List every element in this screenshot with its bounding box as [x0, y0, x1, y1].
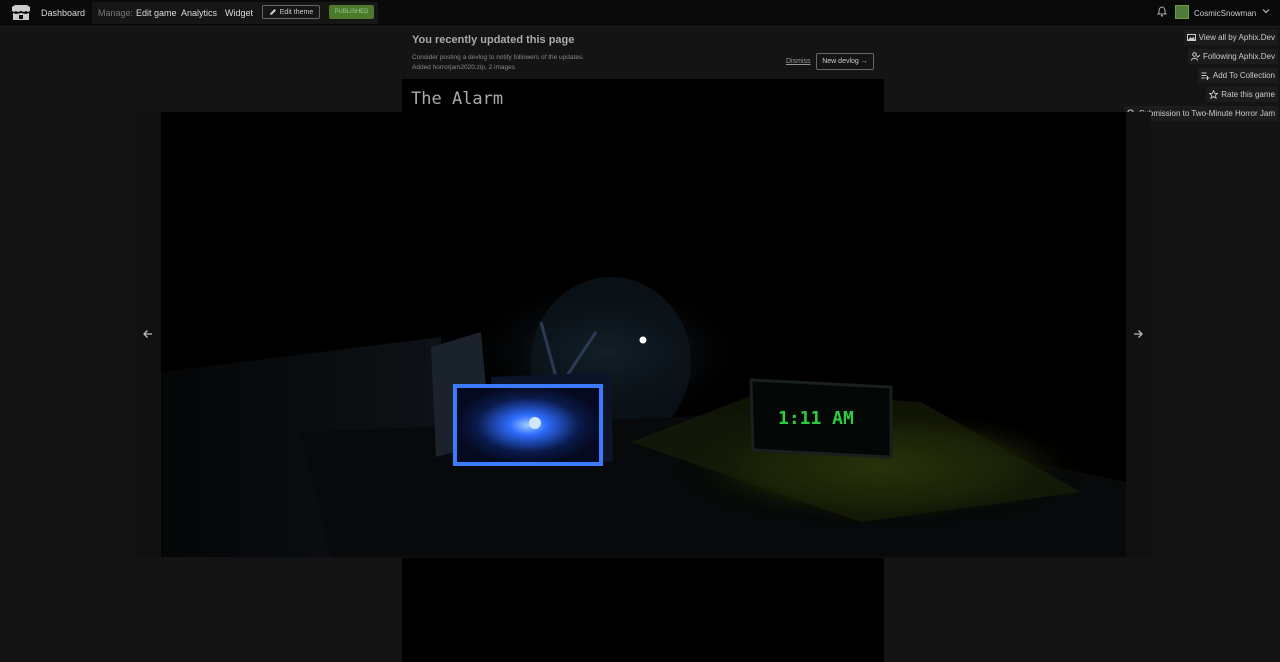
arrow-left-icon[interactable] — [139, 325, 157, 343]
gallery-icon — [1186, 34, 1196, 41]
arrow-right-icon[interactable] — [1129, 325, 1147, 343]
rate-game-label: Rate this game — [1221, 90, 1275, 99]
itchio-logo-icon[interactable] — [10, 4, 32, 22]
jam-submission-label: Submission to Two-Minute Horror Jam — [1139, 109, 1275, 118]
chevron-down-icon[interactable] — [1262, 7, 1270, 15]
rate-game-button[interactable]: Rate this game — [1206, 87, 1278, 102]
game-title: The Alarm — [411, 89, 504, 109]
view-all-label: View all by Aphix.Dev — [1198, 33, 1275, 42]
bell-icon[interactable] — [1157, 6, 1167, 17]
following-button[interactable]: Following Aphix.Dev — [1187, 49, 1278, 64]
nav-edit-game[interactable]: Edit game — [136, 8, 177, 18]
user-check-icon — [1190, 52, 1200, 61]
game-scene: 1:11 AM — [161, 277, 1126, 557]
nav-dashboard[interactable]: Dashboard — [41, 8, 85, 18]
add-collection-button[interactable]: Add To Collection — [1197, 68, 1278, 83]
new-devlog-label: New devlog → — [822, 58, 868, 65]
edit-theme-button[interactable]: Edit theme — [262, 5, 320, 19]
following-label: Following Aphix.Dev — [1202, 52, 1275, 61]
add-collection-label: Add To Collection — [1212, 71, 1275, 80]
devlog-notice-title: You recently updated this page — [412, 34, 575, 46]
nav-widget[interactable]: Widget — [225, 8, 253, 18]
clock-display: 1:11 AM — [778, 408, 854, 429]
edit-theme-label: Edit theme — [279, 8, 314, 16]
game-screenshot: 1:11 AM — [161, 112, 1126, 557]
avatar[interactable] — [1175, 5, 1189, 19]
devlog-notice-line1: Consider posting a devlog to notify foll… — [412, 54, 584, 61]
nav-analytics[interactable]: Analytics — [181, 8, 217, 18]
star-icon — [1209, 90, 1219, 99]
published-label: PUBLISHED — [334, 9, 369, 15]
devlog-notice-line2: Added horrorjam2020.zip, 2 images — [412, 64, 515, 71]
devlog-notice-body: Consider posting a devlog to notify foll… — [412, 53, 584, 73]
manage-label: Manage: — [98, 8, 134, 18]
new-devlog-button[interactable]: New devlog → — [816, 53, 874, 70]
list-add-icon — [1201, 72, 1210, 80]
username[interactable]: CosmicSnowman — [1194, 9, 1256, 18]
published-badge[interactable]: PUBLISHED — [329, 5, 374, 19]
dismiss-link[interactable]: Dismiss — [786, 58, 811, 65]
pencil-icon — [269, 9, 276, 15]
view-all-button[interactable]: View all by Aphix.Dev — [1183, 30, 1278, 45]
